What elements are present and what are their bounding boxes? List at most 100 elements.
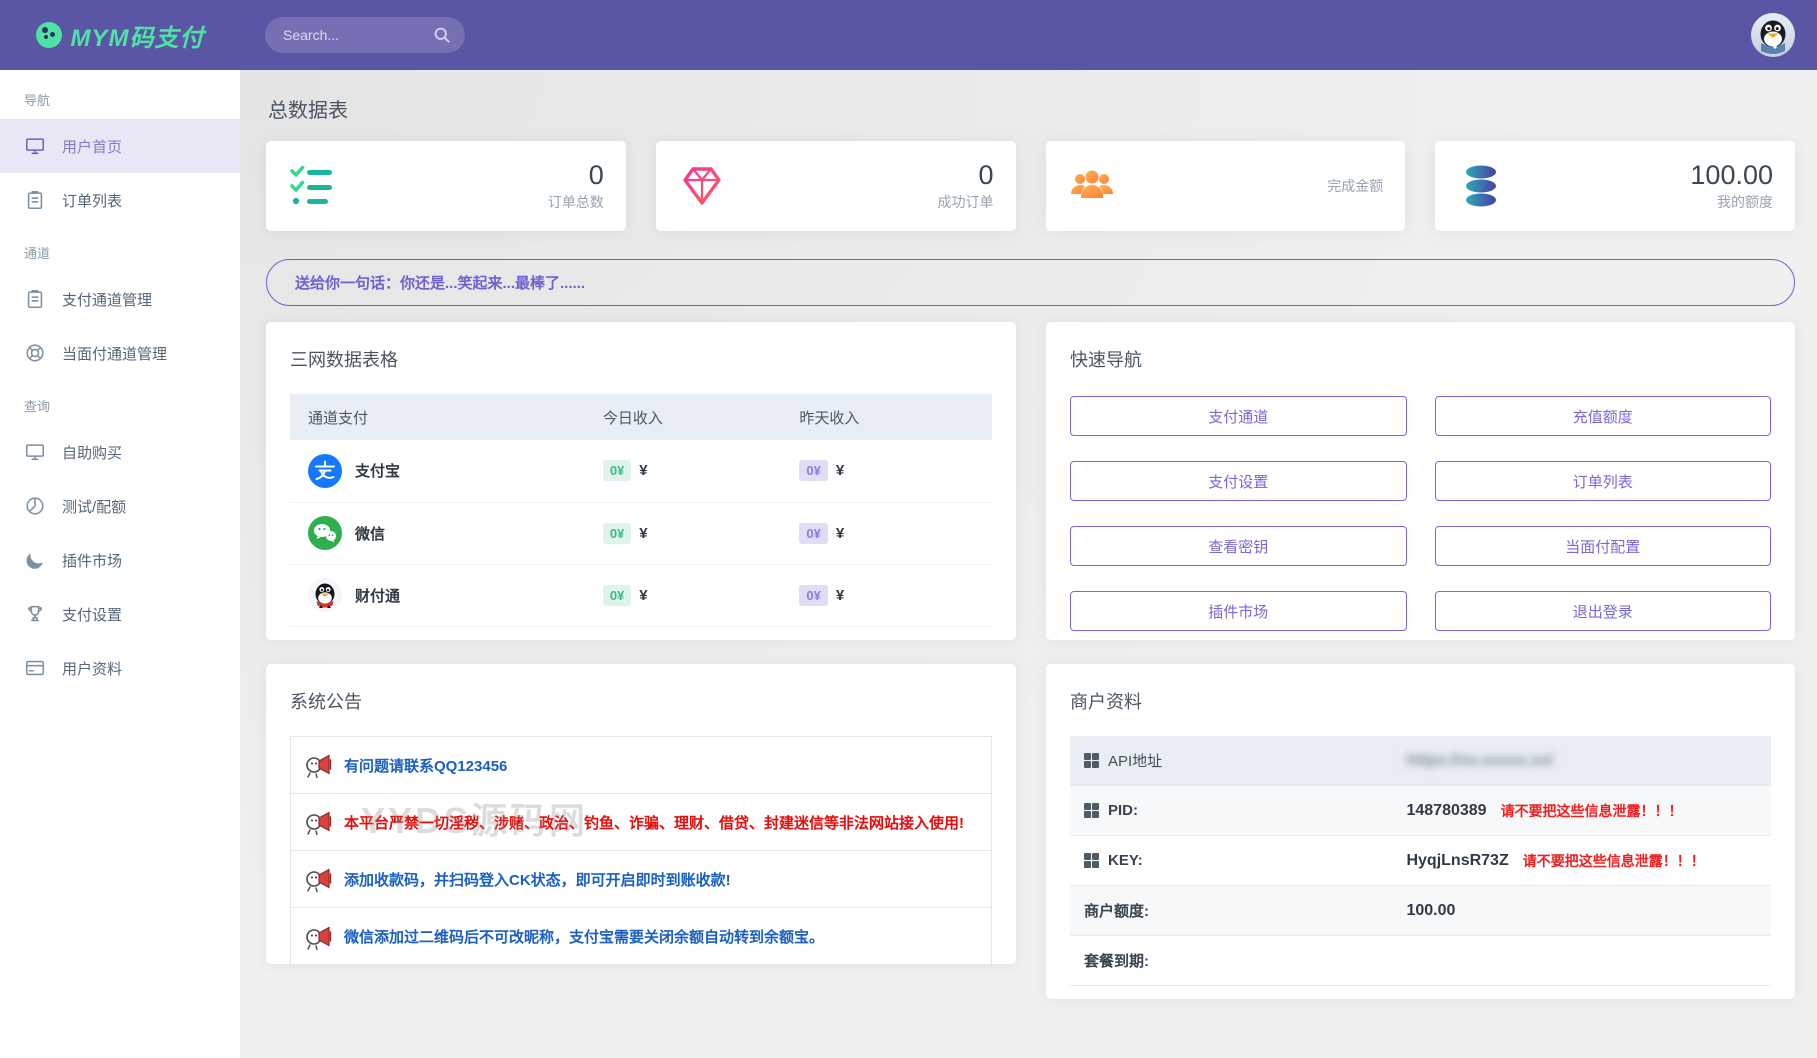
channel-name-wrap: 微信 <box>308 516 585 550</box>
quick-nav-button-查看密钥[interactable]: 查看密钥 <box>1070 526 1407 566</box>
merchant-row-right: HyqjLnsR73Z请不要把这些信息泄露！！！ <box>1406 851 1704 871</box>
sidebar-item-支付设置[interactable]: 支付设置 <box>0 587 240 641</box>
announcements-title: 系统公告 <box>290 688 992 714</box>
search-icon[interactable] <box>432 25 452 45</box>
qq-icon <box>308 578 342 612</box>
user-avatar[interactable] <box>1751 13 1795 57</box>
merchant-row-right: 100.00 <box>1406 902 1455 920</box>
stat-card-完成金额: 完成金额 <box>1046 141 1406 231</box>
table-col-header: 昨天收入 <box>781 394 992 440</box>
sidebar-item-label: 测试/配额 <box>62 496 126 517</box>
main-content: 总数据表 0订单总数 0成功订单 完成金额 100.00我的额度 送给你一句话：… <box>240 70 1817 1058</box>
quick-nav-button-插件市场[interactable]: 插件市场 <box>1070 591 1407 631</box>
announcement-row[interactable]: 有问题请联系QQ123456 <box>291 737 991 794</box>
monitor-icon <box>24 135 46 157</box>
stat-card-我的额度: 100.00我的额度 <box>1435 141 1795 231</box>
stat-label: 我的额度 <box>1717 192 1773 212</box>
quick-nav-button-支付设置[interactable]: 支付设置 <box>1070 461 1407 501</box>
sidebar-item-支付通道管理[interactable]: 支付通道管理 <box>0 272 240 326</box>
sidebar-item-当面付通道管理[interactable]: 当面付通道管理 <box>0 326 240 380</box>
sidebar-item-测试/配额[interactable]: 测试/配额 <box>0 479 240 533</box>
sidebar-section-label: 查询 <box>0 380 240 425</box>
database-icon <box>1457 162 1505 210</box>
currency-symbol: ¥ <box>836 462 844 479</box>
network-table-card: 三网数据表格 通道支付今日收入昨天收入 支付宝0¥¥0¥¥ 微信0¥¥0¥¥ 财… <box>266 322 1016 640</box>
merchant-row: KEY: HyqjLnsR73Z请不要把这些信息泄露！！！ <box>1070 836 1771 886</box>
quick-nav-button-充值额度[interactable]: 充值额度 <box>1435 396 1772 436</box>
merchant-label: KEY: <box>1108 852 1143 869</box>
sidebar-item-label: 自助购买 <box>62 442 122 463</box>
stat-cards-row: 0订单总数 0成功订单 完成金额 100.00我的额度 <box>266 141 1795 231</box>
logo-ball-icon <box>36 22 62 48</box>
today-income-badge: 0¥ <box>603 460 631 481</box>
merchant-value: 100.00 <box>1406 902 1455 920</box>
sidebar-item-插件市场[interactable]: 插件市场 <box>0 533 240 587</box>
sidebar-item-label: 用户首页 <box>62 136 122 157</box>
quick-nav-grid: 支付通道充值额度支付设置订单列表查看密钥当面付配置插件市场退出登录 <box>1070 396 1771 631</box>
merchant-warning: 请不要把这些信息泄露！！！ <box>1501 801 1683 821</box>
yesterday-income-cell: 0¥ ¥ <box>781 440 992 502</box>
stat-card-right: 100.00我的额度 <box>1505 160 1773 211</box>
quote-banner: 送给你一句话：你还是...笑起来...最棒了...... <box>266 259 1795 306</box>
app-logo[interactable]: MYM码支付 <box>0 18 240 53</box>
horn-icon <box>304 807 334 837</box>
grid-icon <box>1084 753 1099 768</box>
stat-value: 0 <box>589 160 604 191</box>
channel-cell: 财付通 <box>290 564 585 626</box>
merchant-row-left: API地址 <box>1070 750 1406 771</box>
stat-label: 成功订单 <box>938 192 994 212</box>
merchant-label: API地址 <box>1108 750 1162 771</box>
alipay-icon <box>308 454 342 488</box>
network-table: 通道支付今日收入昨天收入 支付宝0¥¥0¥¥ 微信0¥¥0¥¥ 财付通0¥¥0¥… <box>290 394 992 627</box>
horn-icon <box>304 750 334 780</box>
app-title: MYM码支付 <box>71 18 205 53</box>
sidebar-item-用户首页[interactable]: 用户首页 <box>0 119 240 173</box>
quick-nav-button-订单列表[interactable]: 订单列表 <box>1435 461 1772 501</box>
checklist-icon <box>288 162 336 210</box>
channel-cell: 支付宝 <box>290 440 585 502</box>
merchant-row: PID:148780389请不要把这些信息泄露！！！ <box>1070 786 1771 836</box>
grid-icon <box>1084 853 1099 868</box>
table-col-header: 通道支付 <box>290 394 585 440</box>
channel-name: 财付通 <box>355 585 400 606</box>
yesterday-income-badge: 0¥ <box>799 460 827 481</box>
sidebar-item-用户资料[interactable]: 用户资料 <box>0 641 240 695</box>
yesterday-income-badge: 0¥ <box>799 585 827 606</box>
today-income-cell: 0¥¥ <box>585 502 782 564</box>
quick-nav-button-退出登录[interactable]: 退出登录 <box>1435 591 1772 631</box>
wechat-icon <box>308 516 342 550</box>
sidebar-item-自助购买[interactable]: 自助购买 <box>0 425 240 479</box>
sidebar-item-label: 支付设置 <box>62 604 122 625</box>
stat-label: 完成金额 <box>1327 176 1383 196</box>
announcement-row[interactable]: 本平台严禁一切淫秽、涉赌、政治、钓鱼、诈骗、理财、借贷、封建迷信等非法网站接入使… <box>291 794 991 851</box>
sidebar: 导航用户首页订单列表通道支付通道管理当面付通道管理查询自助购买测试/配额插件市场… <box>0 70 240 1058</box>
stat-card-right: 0成功订单 <box>726 160 994 211</box>
merchant-warning: 请不要把这些信息泄露！！！ <box>1523 851 1705 871</box>
sidebar-section-label: 通道 <box>0 227 240 272</box>
card-icon <box>24 657 46 679</box>
users-icon <box>1068 162 1116 210</box>
sidebar-item-label: 订单列表 <box>62 190 122 211</box>
trophy-icon <box>24 603 46 625</box>
announcement-text: 有问题请联系QQ123456 <box>344 755 507 776</box>
merchant-title: 商户资料 <box>1070 688 1771 714</box>
channel-name-wrap: 支付宝 <box>308 454 585 488</box>
clipboard-icon <box>24 189 46 211</box>
top-header: MYM码支付 <box>0 0 1817 70</box>
channel-name: 微信 <box>355 523 385 544</box>
quick-nav-button-支付通道[interactable]: 支付通道 <box>1070 396 1407 436</box>
announcement-row[interactable]: 微信添加过二维码后不可改昵称，支付宝需要关闭余额自动转到余额宝。 <box>291 908 991 965</box>
announcement-row[interactable]: 添加收款码，并扫码登入CK状态，即可开启即时到账收款! <box>291 851 991 908</box>
network-table-title: 三网数据表格 <box>290 346 992 372</box>
currency-symbol: ¥ <box>836 525 844 542</box>
merchant-row-right: 148780389请不要把这些信息泄露！！！ <box>1406 801 1682 821</box>
sidebar-item-label: 当面付通道管理 <box>62 343 167 364</box>
currency-symbol: ¥ <box>639 462 647 479</box>
pie-icon <box>24 495 46 517</box>
sidebar-item-订单列表[interactable]: 订单列表 <box>0 173 240 227</box>
clipboard-icon <box>24 288 46 310</box>
merchant-row-left: PID: <box>1070 802 1406 819</box>
sidebar-item-label: 插件市场 <box>62 550 122 571</box>
quick-nav-button-当面付配置[interactable]: 当面付配置 <box>1435 526 1772 566</box>
page-title: 总数据表 <box>268 94 1795 123</box>
